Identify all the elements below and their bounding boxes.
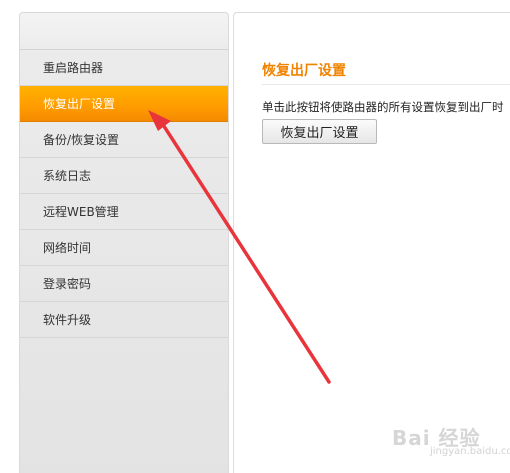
title-divider — [262, 84, 510, 85]
watermark-url: jingyan.baidu.com — [430, 446, 510, 457]
page-title: 恢复出厂设置 — [262, 63, 346, 79]
sidebar-item-remote-web[interactable]: 远程WEB管理 — [20, 194, 228, 230]
sidebar-item-backup-restore[interactable]: 备份/恢复设置 — [20, 122, 228, 158]
sidebar-item-login-password[interactable]: 登录密码 — [20, 266, 228, 302]
sidebar-item-reboot[interactable]: 重启路由器 — [20, 50, 228, 86]
sidebar-item-firmware-upgrade[interactable]: 软件升级 — [20, 302, 228, 338]
factory-reset-button[interactable]: 恢复出厂设置 — [262, 119, 377, 144]
sidebar: 重启路由器 恢复出厂设置 备份/恢复设置 系统日志 远程WEB管理 网络时间 登… — [19, 12, 229, 473]
sidebar-header — [20, 13, 228, 50]
reset-description: 单击此按钮将使路由器的所有设置恢复到出厂时 — [262, 100, 504, 114]
sidebar-item-network-time[interactable]: 网络时间 — [20, 230, 228, 266]
main-panel: 恢复出厂设置 单击此按钮将使路由器的所有设置恢复到出厂时 恢复出厂设置 — [233, 12, 510, 473]
sidebar-item-system-log[interactable]: 系统日志 — [20, 158, 228, 194]
sidebar-item-factory-reset[interactable]: 恢复出厂设置 — [20, 86, 228, 122]
